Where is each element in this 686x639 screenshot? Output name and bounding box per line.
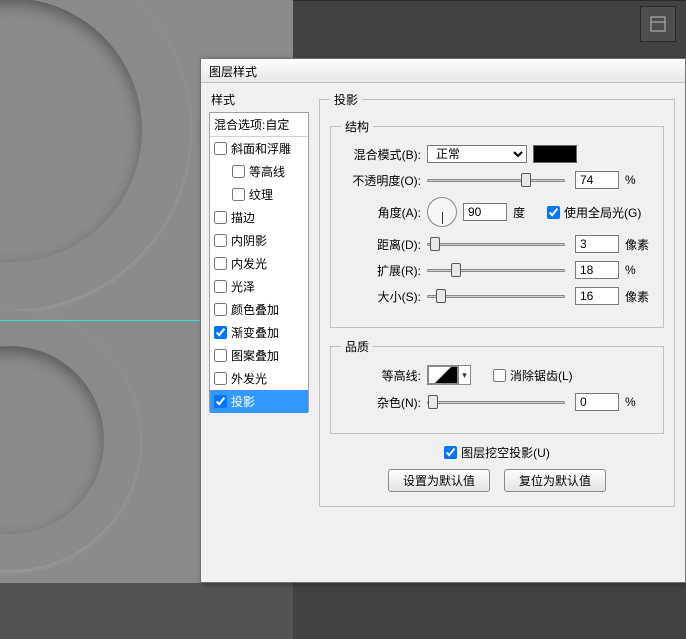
style-item-8[interactable]: 渐变叠加 [210, 321, 308, 344]
style-list: 混合选项:自定 斜面和浮雕等高线纹理描边内阴影内发光光泽颜色叠加渐变叠加图案叠加… [209, 112, 309, 412]
style-item-label: 斜面和浮雕 [231, 140, 291, 157]
style-item-checkbox[interactable] [214, 372, 227, 385]
style-item-checkbox[interactable] [214, 395, 227, 408]
noise-input[interactable] [575, 393, 619, 411]
style-item-label: 图案叠加 [231, 347, 279, 364]
panel-toggle-button[interactable] [640, 6, 676, 42]
distance-slider[interactable] [427, 243, 565, 246]
style-item-label: 内发光 [231, 255, 267, 272]
blend-mode-label: 混合模式(B): [341, 146, 421, 163]
size-input[interactable] [575, 287, 619, 305]
style-item-label: 外发光 [231, 370, 267, 387]
style-item-label: 投影 [231, 393, 255, 410]
spread-label: 扩展(R): [341, 262, 421, 279]
panel-icon [649, 15, 667, 33]
drop-shadow-fieldset: 投影 结构 混合模式(B): 正常 不透明度(O): % [319, 91, 675, 507]
px-unit: 像素 [625, 236, 653, 253]
reset-default-button[interactable]: 复位为默认值 [504, 469, 606, 492]
spread-input[interactable] [575, 261, 619, 279]
style-item-checkbox[interactable] [214, 280, 227, 293]
styles-heading: 样式 [209, 91, 309, 108]
style-item-checkbox[interactable] [214, 257, 227, 270]
size-slider[interactable] [427, 295, 565, 298]
style-item-6[interactable]: 光泽 [210, 275, 308, 298]
style-item-checkbox[interactable] [232, 188, 245, 201]
style-item-checkbox[interactable] [214, 142, 227, 155]
percent-unit: % [625, 173, 653, 187]
style-item-label: 渐变叠加 [231, 324, 279, 341]
opacity-slider[interactable] [427, 179, 565, 182]
angle-label: 角度(A): [341, 204, 421, 221]
size-label: 大小(S): [341, 288, 421, 305]
dialog-title[interactable]: 图层样式 [201, 59, 685, 83]
structure-fieldset: 结构 混合模式(B): 正常 不透明度(O): % 角度(A): [330, 118, 664, 328]
noise-slider[interactable] [427, 401, 565, 404]
style-item-label: 描边 [231, 209, 255, 226]
noise-label: 杂色(N): [341, 394, 421, 411]
style-item-checkbox[interactable] [214, 326, 227, 339]
style-item-1[interactable]: 等高线 [210, 160, 308, 183]
style-item-5[interactable]: 内发光 [210, 252, 308, 275]
style-item-10[interactable]: 外发光 [210, 367, 308, 390]
style-item-label: 等高线 [249, 163, 285, 180]
chevron-down-icon [458, 366, 470, 384]
angle-dial[interactable] [427, 197, 457, 227]
style-item-4[interactable]: 内阴影 [210, 229, 308, 252]
contour-label: 等高线: [341, 367, 421, 384]
degree-unit: 度 [513, 204, 541, 221]
opacity-label: 不透明度(O): [341, 172, 421, 189]
structure-title: 结构 [341, 118, 373, 135]
style-item-label: 内阴影 [231, 232, 267, 249]
app-toolbar-bg [293, 0, 686, 58]
quality-title: 品质 [341, 338, 373, 355]
shadow-color-swatch[interactable] [533, 145, 577, 163]
knockout-checkbox[interactable]: 图层挖空投影(U) [444, 444, 550, 461]
section-title: 投影 [330, 91, 362, 108]
app-bottom-bg [293, 583, 686, 639]
opacity-input[interactable] [575, 171, 619, 189]
distance-label: 距离(D): [341, 236, 421, 253]
make-default-button[interactable]: 设置为默认值 [388, 469, 490, 492]
quality-fieldset: 品质 等高线: 消除锯齿(L) 杂色(N): % [330, 338, 664, 434]
style-item-label: 纹理 [249, 186, 273, 203]
global-light-checkbox[interactable]: 使用全局光(G) [547, 204, 641, 221]
antialias-checkbox[interactable]: 消除锯齿(L) [493, 367, 573, 384]
style-item-7[interactable]: 颜色叠加 [210, 298, 308, 321]
style-item-9[interactable]: 图案叠加 [210, 344, 308, 367]
px-unit-2: 像素 [625, 288, 653, 305]
global-light-label: 使用全局光(G) [564, 204, 641, 221]
knockout-label: 图层挖空投影(U) [461, 444, 550, 461]
style-item-3[interactable]: 描边 [210, 206, 308, 229]
blend-mode-select[interactable]: 正常 [427, 145, 527, 163]
style-item-label: 光泽 [231, 278, 255, 295]
style-item-label: 颜色叠加 [231, 301, 279, 318]
style-item-checkbox[interactable] [214, 234, 227, 247]
style-item-checkbox[interactable] [232, 165, 245, 178]
percent-unit-2: % [625, 263, 653, 277]
style-item-checkbox[interactable] [214, 211, 227, 224]
distance-input[interactable] [575, 235, 619, 253]
style-item-2[interactable]: 纹理 [210, 183, 308, 206]
percent-unit-3: % [625, 395, 653, 409]
style-item-0[interactable]: 斜面和浮雕 [210, 137, 308, 160]
antialias-label: 消除锯齿(L) [510, 367, 573, 384]
style-item-11[interactable]: 投影 [210, 390, 308, 413]
style-item-checkbox[interactable] [214, 303, 227, 316]
blend-options-header[interactable]: 混合选项:自定 [210, 113, 308, 137]
angle-input[interactable] [463, 203, 507, 221]
style-item-checkbox[interactable] [214, 349, 227, 362]
spread-slider[interactable] [427, 269, 565, 272]
layer-style-dialog: 图层样式 样式 混合选项:自定 斜面和浮雕等高线纹理描边内阴影内发光光泽颜色叠加… [200, 58, 686, 583]
contour-picker[interactable] [427, 365, 471, 385]
